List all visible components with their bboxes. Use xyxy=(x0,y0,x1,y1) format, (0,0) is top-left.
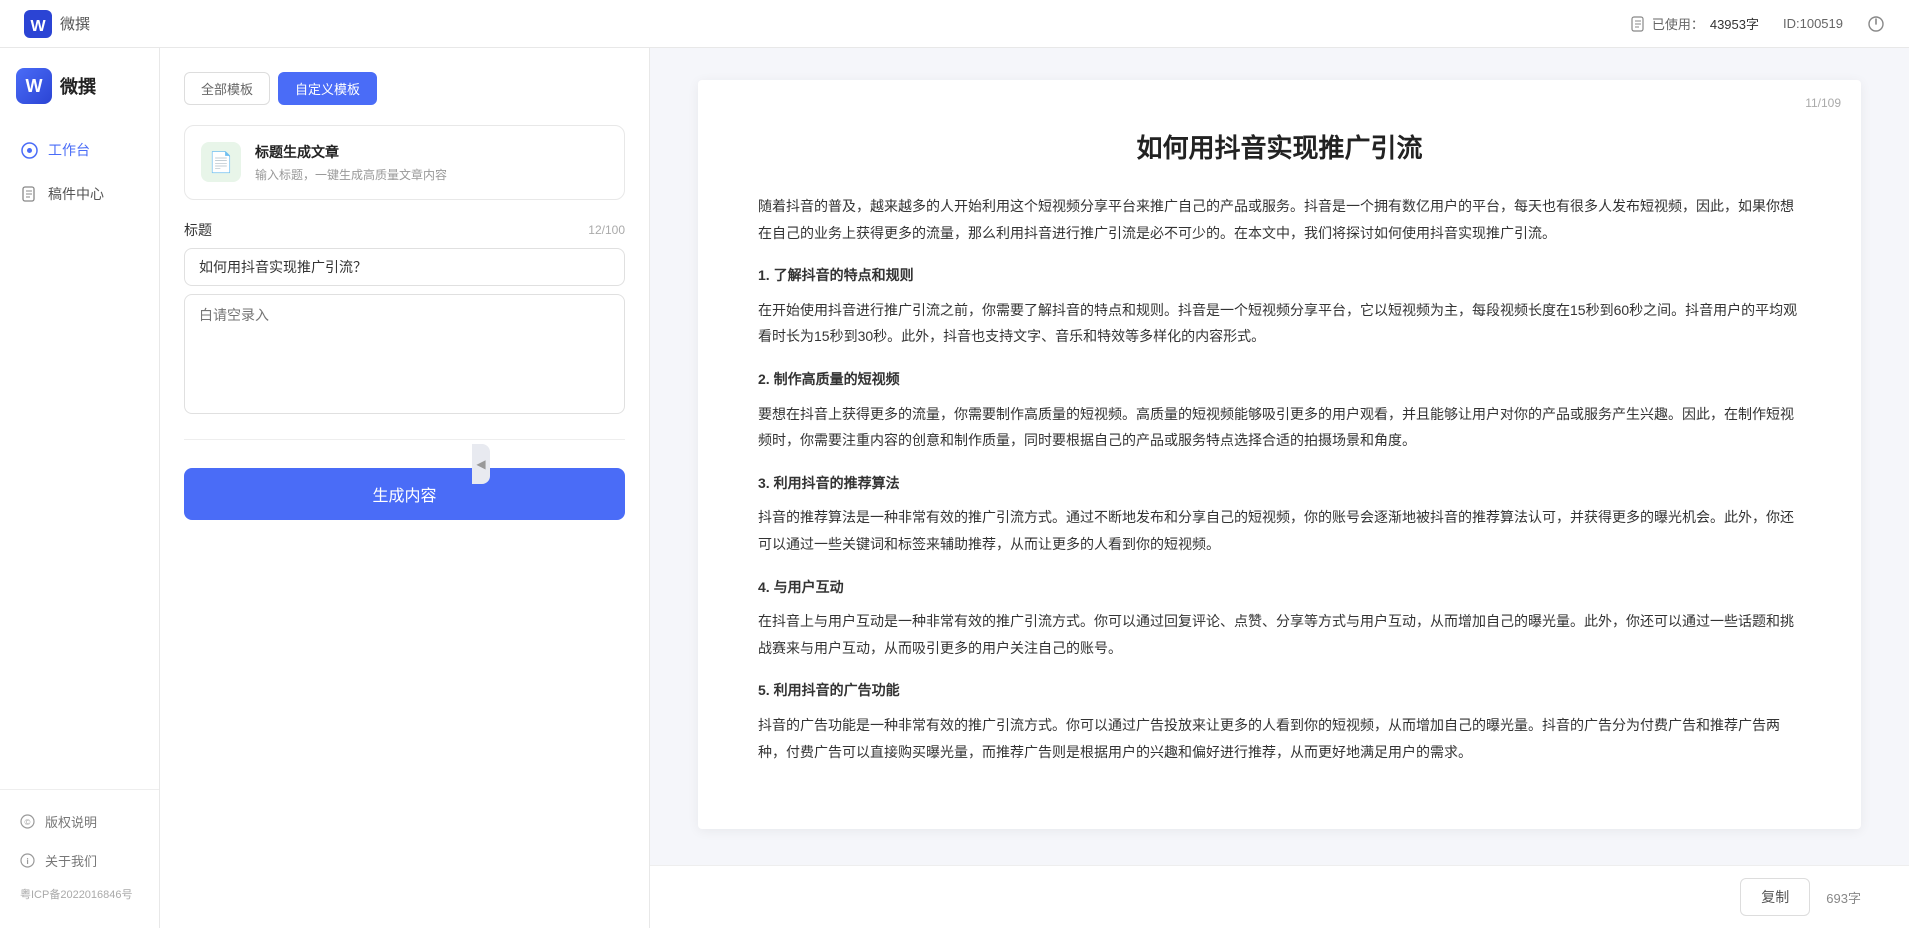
title-form-label: 标题 xyxy=(184,220,212,240)
drafts-icon xyxy=(20,185,38,203)
sidebar-item-drafts[interactable]: 稿件中心 xyxy=(0,172,159,216)
heading-3: 3. 利用抖音的推荐算法 xyxy=(758,470,1801,497)
form-section: 标题 12/100 xyxy=(184,220,625,419)
template-card-title: 标题生成文章 xyxy=(255,142,608,162)
heading-1: 1. 了解抖音的特点和规则 xyxy=(758,262,1801,289)
para-1: 在开始使用抖音进行推广引流之前，你需要了解抖音的特点和规则。抖音是一个短视频分享… xyxy=(758,297,1801,350)
logo-text: 微撰 xyxy=(60,73,96,99)
info-icon: i xyxy=(20,853,35,868)
logo-icon: W xyxy=(24,10,52,38)
page-number: 11/109 xyxy=(1805,96,1841,110)
about-label: 关于我们 xyxy=(45,851,97,870)
sidebar-logo: W 微撰 xyxy=(0,68,159,128)
collapse-arrow[interactable]: ◀ xyxy=(472,444,490,484)
user-id: ID:100519 xyxy=(1783,16,1843,31)
article-body: 随着抖音的普及，越来越多的人开始利用这个短视频分享平台来推广自己的产品或服务。抖… xyxy=(758,193,1801,765)
heading-2: 2. 制作高质量的短视频 xyxy=(758,366,1801,393)
para-intro: 随着抖音的普及，越来越多的人开始利用这个短视频分享平台来推广自己的产品或服务。抖… xyxy=(758,193,1801,246)
copy-button[interactable]: 复制 xyxy=(1740,878,1810,916)
usage-info: 已使用： 43953字 ID:100519 xyxy=(1630,14,1885,33)
heading-5: 5. 利用抖音的广告功能 xyxy=(758,677,1801,704)
sidebar-bottom: © 版权说明 i 关于我们 粤ICP备2022016846号 xyxy=(0,789,159,908)
para-5: 抖音的广告功能是一种非常有效的推广引流方式。你可以通过广告投放来让更多的人看到你… xyxy=(758,712,1801,765)
copyright-label: 版权说明 xyxy=(45,812,97,831)
app-name: 微撰 xyxy=(60,13,90,34)
filter-custom[interactable]: 自定义模板 xyxy=(278,72,377,105)
left-panel: 全部模板 自定义模板 📄 标题生成文章 输入标题，一键生成高质量文章内容 标题 … xyxy=(160,48,650,928)
preview-container: 11/109 如何用抖音实现推广引流 随着抖音的普及，越来越多的人开始利用这个短… xyxy=(650,48,1909,865)
filter-bar: 全部模板 自定义模板 xyxy=(184,72,625,105)
sidebar-item-workbench[interactable]: 工作台 xyxy=(0,128,159,172)
power-icon[interactable] xyxy=(1867,15,1885,33)
title-input[interactable] xyxy=(184,248,625,286)
word-count: 693字 xyxy=(1826,888,1861,907)
article-title: 如何用抖音实现推广引流 xyxy=(758,128,1801,165)
para-3: 抖音的推荐算法是一种非常有效的推广引流方式。通过不断地发布和分享自己的短视频，你… xyxy=(758,504,1801,557)
filter-all[interactable]: 全部模板 xyxy=(184,72,270,105)
template-card-icon: 📄 xyxy=(201,142,241,182)
copyright-icon: © xyxy=(20,814,35,829)
generate-button[interactable]: 生成内容 xyxy=(184,468,625,520)
usage-value: 43953字 xyxy=(1710,14,1759,33)
topbar: W 微撰 已使用： 43953字 ID:100519 xyxy=(0,0,1909,48)
sidebar-item-about[interactable]: i 关于我们 xyxy=(0,841,159,880)
sidebar-label-drafts: 稿件中心 xyxy=(48,184,104,204)
template-card-body: 标题生成文章 输入标题，一键生成高质量文章内容 xyxy=(255,142,608,183)
workbench-icon xyxy=(20,141,38,159)
svg-text:W: W xyxy=(30,18,46,35)
sidebar: W 微撰 工作台 稿件中心 © 版权说明 i 关于我们 粤IC xyxy=(0,48,160,928)
content-textarea[interactable] xyxy=(184,294,625,414)
document-icon xyxy=(1630,16,1646,32)
para-4: 在抖音上与用户互动是一种非常有效的推广引流方式。你可以通过回复评论、点赞、分享等… xyxy=(758,608,1801,661)
svg-text:©: © xyxy=(25,818,31,827)
form-divider xyxy=(184,439,625,440)
usage-label: 已使用： xyxy=(1652,14,1704,33)
heading-4: 4. 与用户互动 xyxy=(758,574,1801,601)
preview-bottom-bar: 复制 693字 xyxy=(650,865,1909,928)
sidebar-label-workbench: 工作台 xyxy=(48,140,90,160)
right-panel: 11/109 如何用抖音实现推广引流 随着抖音的普及，越来越多的人开始利用这个短… xyxy=(650,48,1909,928)
para-2: 要想在抖音上获得更多的流量，你需要制作高质量的短视频。高质量的短视频能够吸引更多… xyxy=(758,401,1801,454)
usage-label-box: 已使用： 43953字 xyxy=(1630,14,1759,33)
icp-text: 粤ICP备2022016846号 xyxy=(0,880,159,908)
logo-w: W xyxy=(16,68,52,104)
title-label-row: 标题 12/100 xyxy=(184,220,625,240)
title-char-count: 12/100 xyxy=(588,223,625,237)
sidebar-item-copyright[interactable]: © 版权说明 xyxy=(0,802,159,841)
template-card-desc: 输入标题，一键生成高质量文章内容 xyxy=(255,166,608,183)
preview-paper: 11/109 如何用抖音实现推广引流 随着抖音的普及，越来越多的人开始利用这个短… xyxy=(698,80,1861,829)
template-card[interactable]: 📄 标题生成文章 输入标题，一键生成高质量文章内容 xyxy=(184,125,625,200)
svg-text:i: i xyxy=(26,856,28,866)
